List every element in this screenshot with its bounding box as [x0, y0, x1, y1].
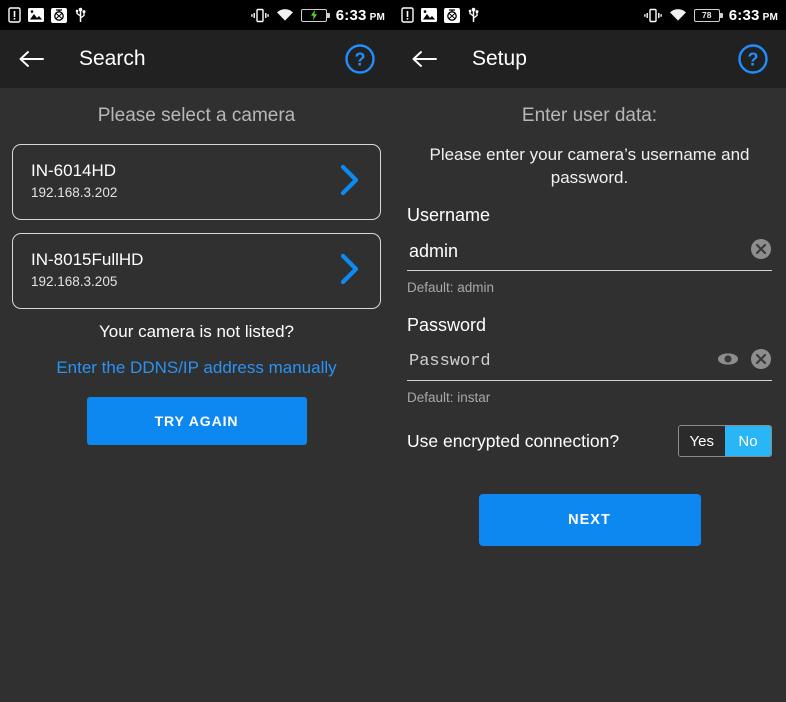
- back-arrow-icon[interactable]: [409, 44, 439, 74]
- form-instructions: Please enter your camera’s username and …: [429, 145, 750, 187]
- usb-icon: [75, 7, 86, 22]
- status-bar-left: 6:33 PM: [0, 0, 393, 30]
- image-icon: [28, 8, 44, 22]
- try-again-button[interactable]: TRY AGAIN: [86, 397, 307, 445]
- username-hint: Default: admin: [407, 280, 495, 296]
- back-arrow-icon[interactable]: [16, 44, 46, 74]
- wifi-icon: [669, 9, 686, 21]
- status-bar-right-indicators: 78 6:33 PM: [643, 7, 778, 24]
- status-bar-left-icons: [8, 7, 87, 23]
- section-title-user-data: Enter user data:: [521, 105, 658, 126]
- status-bar-clock-left: 6:33 PM: [336, 7, 385, 24]
- eye-icon[interactable]: [715, 348, 741, 375]
- status-bar-right-icons: [401, 7, 480, 23]
- wifi-icon: [276, 9, 293, 21]
- encryption-toggle[interactable]: Yes No: [677, 425, 772, 458]
- page-title: Setup: [472, 47, 527, 70]
- camera-ip: 192.168.3.205: [31, 274, 118, 290]
- clock-ampm: PM: [369, 11, 385, 23]
- password-field-icons: [715, 348, 772, 378]
- help-circle-icon[interactable]: ?: [736, 42, 770, 76]
- left-panel-search: 6:33 PM Search ? Please select a camera …: [0, 0, 393, 702]
- camera-name: IN-8015FullHD: [31, 250, 144, 270]
- right-panel-setup: 78 6:33 PM Setup ? Enter user data: Plea…: [393, 0, 786, 702]
- password-input[interactable]: [407, 352, 715, 375]
- clear-circle-icon[interactable]: [750, 238, 772, 265]
- username-field-row[interactable]: [407, 236, 772, 272]
- help-circle-icon[interactable]: ?: [343, 42, 377, 76]
- next-button-wrapper: NEXT: [407, 494, 772, 547]
- status-bar-left-indicators: 6:33 PM: [250, 7, 385, 24]
- encryption-option-no[interactable]: No: [725, 426, 771, 457]
- appbar-search: Search ?: [0, 30, 393, 88]
- password-label: Password: [407, 315, 487, 336]
- camera-info: IN-6014HD 192.168.3.202: [31, 160, 336, 203]
- battery-level-label: 78: [702, 9, 712, 20]
- chevron-right-icon: [336, 250, 364, 293]
- password-field-row[interactable]: [407, 346, 772, 382]
- camera-not-listed-text: Your camera is not listed?: [99, 322, 294, 341]
- encryption-label: Use encrypted connection?: [407, 430, 620, 451]
- camera-list-item-0[interactable]: IN-6014HD 192.168.3.202: [12, 144, 381, 220]
- svg-text:?: ?: [355, 50, 366, 70]
- password-hint: Default: instar: [407, 390, 491, 406]
- username-label: Username: [407, 205, 491, 226]
- image-icon: [421, 8, 437, 22]
- left-content: Please select a camera IN-6014HD 192.168…: [0, 105, 393, 445]
- next-button[interactable]: NEXT: [478, 494, 701, 547]
- camera-info: IN-8015FullHD 192.168.3.205: [31, 249, 336, 292]
- dual-screenshot-container: 6:33 PM Search ? Please select a camera …: [0, 0, 786, 702]
- usb-icon: [468, 7, 479, 22]
- camera-ip: 192.168.3.202: [31, 185, 118, 201]
- clock-time: 6:33: [728, 6, 760, 24]
- user-data-form: Enter user data: Please enter your camer…: [393, 105, 786, 547]
- battery-charging-icon: [300, 8, 330, 22]
- manual-address-link[interactable]: Enter the DDNS/IP address manually: [12, 358, 381, 378]
- username-field-icons: [750, 238, 772, 268]
- vibrate-icon: [643, 8, 662, 22]
- status-bar-clock-right: 6:33 PM: [729, 7, 778, 24]
- encryption-row: Use encrypted connection? Yes No: [407, 425, 772, 458]
- clear-circle-icon[interactable]: [750, 348, 772, 375]
- clock-time: 6:33: [335, 6, 367, 24]
- status-bar-right: 78 6:33 PM: [393, 0, 786, 30]
- encryption-option-yes[interactable]: Yes: [678, 426, 725, 457]
- vibrate-icon: [250, 8, 269, 22]
- appbar-setup: Setup ?: [393, 30, 786, 88]
- battery-icon: 78: [693, 8, 723, 22]
- app-icon: [51, 7, 67, 23]
- app-icon: [444, 7, 460, 23]
- camera-list-item-1[interactable]: IN-8015FullHD 192.168.3.205: [12, 233, 381, 309]
- page-title: Search: [79, 47, 146, 70]
- sd-card-alert-icon: [401, 7, 414, 23]
- camera-name: IN-6014HD: [31, 161, 117, 181]
- svg-text:?: ?: [748, 50, 759, 70]
- chevron-right-icon: [336, 161, 364, 204]
- sd-card-alert-icon: [8, 7, 21, 23]
- username-input[interactable]: [407, 241, 750, 266]
- section-title-select-camera: Please select a camera: [97, 105, 296, 126]
- clock-ampm: PM: [762, 11, 778, 23]
